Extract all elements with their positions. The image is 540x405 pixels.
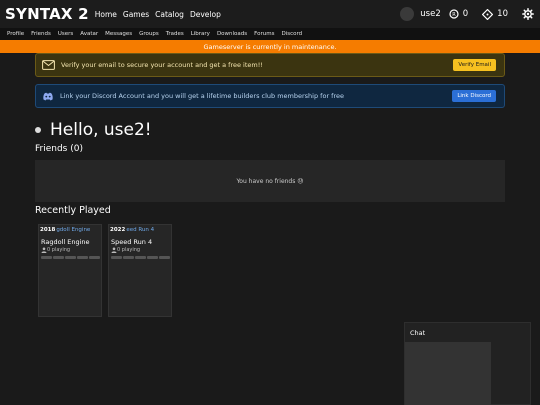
friends-heading[interactable]: Friends (0) <box>35 144 83 154</box>
tickets-balance[interactable]: 10 <box>482 8 508 20</box>
robux-balance[interactable]: R 0 <box>449 9 468 19</box>
game-title[interactable]: Speed Run 4 <box>111 238 152 246</box>
verify-email-button[interactable]: Verify Email <box>453 59 496 71</box>
link-discord-text: Link your Discord Account and you will g… <box>60 92 344 100</box>
robux-icon: R <box>449 9 459 19</box>
game-rating-bar <box>111 256 171 259</box>
game-thumbnail-title: gdoll Engine <box>56 227 91 233</box>
game-rating-bar <box>41 256 101 259</box>
avatar[interactable] <box>400 7 415 21</box>
robux-count: 0 <box>462 9 469 19</box>
friends-empty-text: You have no friends 😓 <box>236 177 304 185</box>
game-playing-text: 0 playing <box>117 247 141 253</box>
subnav-discord-link[interactable]: Discord <box>281 31 302 37</box>
greeting-text: Hello, use2! <box>50 120 152 140</box>
nav-games-link[interactable]: Games <box>123 10 149 19</box>
gear-icon[interactable] <box>522 8 534 20</box>
nav-develop-link[interactable]: Develop <box>190 10 221 19</box>
subnav-avatar-link[interactable]: Avatar <box>80 31 98 37</box>
main-nav: Home Games Catalog Develop <box>95 10 227 19</box>
username[interactable]: use2 <box>420 9 440 19</box>
sub-navbar: Profile Friends Users Avatar Messages Gr… <box>0 28 540 40</box>
game-year: 2018 <box>40 227 56 233</box>
site-logo[interactable]: SYNTAX 2 <box>5 5 89 23</box>
game-playing-text: 0 playing <box>47 247 71 253</box>
verify-email-text: Verify your email to secure your account… <box>61 61 263 69</box>
svg-text:R: R <box>452 12 456 18</box>
chat-panel[interactable]: Chat <box>404 322 531 405</box>
recently-played-heading: Recently Played <box>35 205 111 216</box>
subnav-messages-link[interactable]: Messages <box>105 31 132 37</box>
top-navbar: SYNTAX 2 Home Games Catalog Develop use2… <box>0 0 540 28</box>
subnav-library-link[interactable]: Library <box>191 31 210 37</box>
friends-panel: You have no friends 😓 <box>35 160 505 202</box>
chat-friends-list[interactable] <box>405 342 491 405</box>
chat-title[interactable]: Chat <box>410 329 425 337</box>
greeting: Hello, use2! <box>35 120 152 140</box>
verify-email-alert: Verify your email to secure your account… <box>35 53 505 77</box>
game-player-count: 0 playing <box>111 247 140 253</box>
game-thumbnail[interactable]: 2022 eed Run 4 <box>109 225 171 235</box>
game-card[interactable]: 2018 gdoll Engine Ragdoll Engine 0 playi… <box>38 224 102 317</box>
game-thumbnail[interactable]: 2018 gdoll Engine <box>39 225 101 235</box>
game-thumbnail-title: eed Run 4 <box>126 227 155 233</box>
greeting-avatar-icon <box>35 127 41 133</box>
subnav-profile-link[interactable]: Profile <box>7 31 24 37</box>
game-card[interactable]: 2022 eed Run 4 Speed Run 4 0 playing <box>108 224 172 317</box>
subnav-groups-link[interactable]: Groups <box>139 31 159 37</box>
subnav-users-link[interactable]: Users <box>58 31 73 37</box>
tickets-count: 10 <box>497 9 508 19</box>
discord-icon <box>42 92 54 101</box>
subnav-downloads-link[interactable]: Downloads <box>217 31 247 37</box>
ticket-icon <box>482 8 494 20</box>
subnav-trades-link[interactable]: Trades <box>166 31 184 37</box>
nav-catalog-link[interactable]: Catalog <box>155 10 184 19</box>
game-player-count: 0 playing <box>41 247 70 253</box>
subnav-forums-link[interactable]: Forums <box>254 31 274 37</box>
game-title[interactable]: Ragdoll Engine <box>41 238 90 246</box>
user-area: use2 R 0 10 <box>400 0 540 28</box>
mail-icon <box>42 60 55 70</box>
subnav-friends-link[interactable]: Friends <box>31 31 51 37</box>
maintenance-banner: Gameserver is currently in maintenance. <box>0 40 540 53</box>
link-discord-button[interactable]: Link Discord <box>452 90 496 102</box>
link-discord-alert: Link your Discord Account and you will g… <box>35 84 505 108</box>
game-year: 2022 <box>110 227 126 233</box>
nav-home-link[interactable]: Home <box>95 10 117 19</box>
